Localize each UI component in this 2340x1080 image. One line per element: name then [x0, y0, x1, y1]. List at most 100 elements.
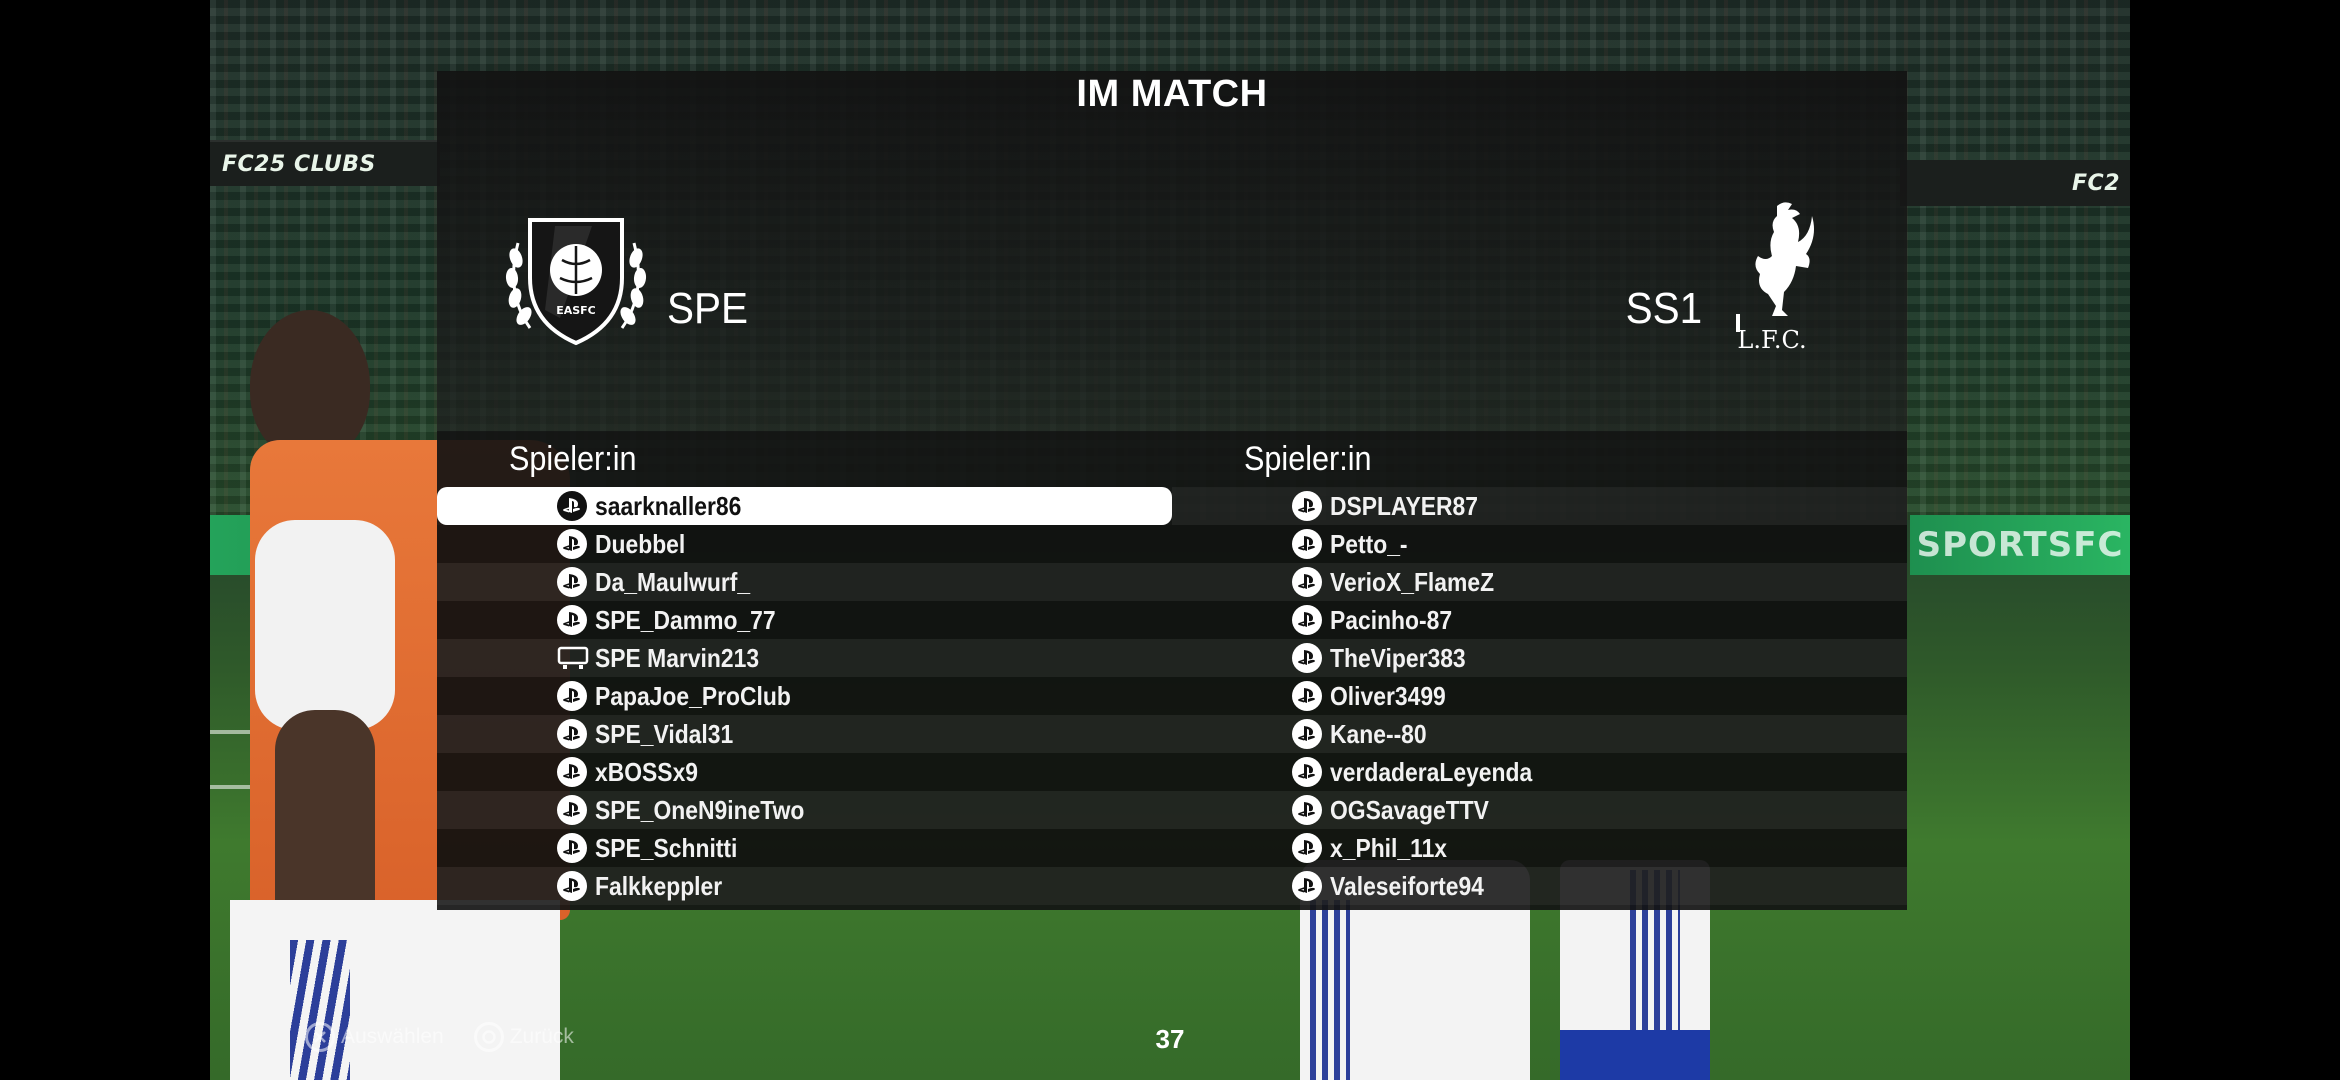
- home-team-name: SPE: [667, 284, 749, 333]
- away-team-name: SS1: [1625, 284, 1702, 333]
- player-name: Pacinho-87: [1330, 604, 1453, 635]
- playstation-icon: [557, 719, 587, 749]
- playstation-icon: [557, 605, 587, 635]
- circle-button-icon: [473, 1022, 504, 1052]
- player-row[interactable]: SPE_Vidal31: [437, 715, 1172, 753]
- player-row[interactable]: VerioX_FlameZ: [1172, 563, 1907, 601]
- home-club-crest-icon: EASFC: [500, 198, 652, 350]
- ad-board-right-text: FC2: [2072, 170, 2120, 196]
- away-column-header: Spieler:in: [1172, 431, 1907, 487]
- player-name: DSPLAYER87: [1330, 490, 1478, 521]
- playstation-icon: [1292, 833, 1322, 863]
- away-player-list: Spieler:in DSPLAYER87 Petto_- VerioX_Flame…: [1172, 431, 1907, 910]
- playstation-icon: [557, 757, 587, 787]
- letterbox-right: [2130, 0, 2340, 1080]
- playstation-icon: [1292, 529, 1322, 559]
- playstation-icon: [557, 491, 587, 521]
- player-name: Oliver3499: [1330, 680, 1446, 711]
- playstation-icon: [1292, 795, 1322, 825]
- playstation-icon: [1292, 605, 1322, 635]
- playstation-icon: [557, 871, 587, 901]
- playstation-icon: [1292, 491, 1322, 521]
- playstation-icon: [1292, 871, 1322, 901]
- player-row[interactable]: Kane--80: [1172, 715, 1907, 753]
- player-name: SPE_OneN9ineTwo: [595, 794, 805, 825]
- player-name: SPE_Vidal31: [595, 718, 734, 749]
- player-name: verdaderaLeyenda: [1330, 756, 1533, 787]
- home-column-header-label: Spieler:in: [509, 440, 637, 478]
- playstation-icon: [1292, 643, 1322, 673]
- player-row[interactable]: xBOSSx9: [437, 753, 1172, 791]
- ad-board-right: FC2: [1900, 160, 2130, 206]
- player-name: Falkkeppler: [595, 870, 723, 901]
- player-name: Kane--80: [1330, 718, 1427, 749]
- roster-table: Spieler:in saarknaller86 Duebbel Da_Maulwu…: [437, 431, 1907, 910]
- player-row[interactable]: OGSavageTTV: [1172, 791, 1907, 829]
- player-row[interactable]: Falkkeppler: [437, 867, 1172, 905]
- player-name: saarknaller86: [595, 490, 742, 521]
- playstation-icon: [557, 529, 587, 559]
- player-name: TheViper383: [1330, 642, 1466, 673]
- player-row[interactable]: Valeseiforte94: [1172, 867, 1907, 905]
- player-row[interactable]: x_Phil_11x: [1172, 829, 1907, 867]
- select-hint[interactable]: Auswählen: [305, 1022, 444, 1052]
- player-row[interactable]: Duebbel: [437, 525, 1172, 563]
- player-name: Duebbel: [595, 528, 686, 559]
- select-hint-label: Auswählen: [341, 1025, 444, 1048]
- player-name: PapaJoe_ProClub: [595, 680, 791, 711]
- player-name: SPE_Schnitti: [595, 832, 738, 863]
- player-row[interactable]: Petto_-: [1172, 525, 1907, 563]
- player-name: OGSavageTTV: [1330, 794, 1489, 825]
- green-ad-board-right: SPORTSFC: [1910, 515, 2130, 575]
- button-hints: Auswählen Zurück: [305, 1022, 574, 1052]
- ad-board-left: FC25 CLUBS: [210, 140, 440, 186]
- player-name: Da_Maulwurf_: [595, 566, 751, 597]
- letterbox-left: [0, 0, 210, 1080]
- player-name: Petto_-: [1330, 528, 1408, 559]
- home-rows: saarknaller86 Duebbel Da_Maulwurf_ SPE_Damm…: [437, 487, 1172, 905]
- player-row[interactable]: SPE_Schnitti: [437, 829, 1172, 867]
- ad-board-left-text: FC25 CLUBS: [222, 151, 376, 177]
- player-row[interactable]: TheViper383: [1172, 639, 1907, 677]
- away-club-crest-icon: L.F.C.: [1722, 196, 1822, 356]
- pc-icon: [557, 645, 595, 671]
- player-row[interactable]: DSPLAYER87: [1172, 487, 1907, 525]
- player-row[interactable]: SPE_Dammo_77: [437, 601, 1172, 639]
- away-crest-text: L.F.C.: [1737, 326, 1806, 354]
- playstation-icon: [557, 681, 587, 711]
- in-match-panel: IM MATCH EASFC SPE SS1 L.F.C. Spieler:in…: [437, 71, 1907, 910]
- home-crest-text: EASFC: [556, 304, 596, 317]
- back-hint-label: Zurück: [509, 1025, 574, 1048]
- player-row[interactable]: Da_Maulwurf_: [437, 563, 1172, 601]
- home-player-list: Spieler:in saarknaller86 Duebbel Da_Maulwu…: [437, 431, 1172, 910]
- green-ad-board-text: SPORTSFC: [1916, 525, 2124, 565]
- player-row[interactable]: PapaJoe_ProClub: [437, 677, 1172, 715]
- playstation-icon: [1292, 567, 1322, 597]
- player-name: VerioX_FlameZ: [1330, 566, 1495, 597]
- player-name: SPE Marvin213: [595, 642, 760, 673]
- player-row[interactable]: Pacinho-87: [1172, 601, 1907, 639]
- player-name: xBOSSx9: [595, 756, 699, 787]
- page-number: 37: [1155, 1024, 1185, 1054]
- page-title: IM MATCH: [1076, 73, 1268, 115]
- back-hint[interactable]: Zurück: [473, 1022, 574, 1052]
- panel-header: IM MATCH EASFC SPE SS1 L.F.C.: [437, 71, 1907, 431]
- player-row[interactable]: Oliver3499: [1172, 677, 1907, 715]
- cross-button-icon: [305, 1022, 335, 1052]
- player-name: x_Phil_11x: [1330, 832, 1448, 863]
- home-column-header: Spieler:in: [437, 431, 1172, 487]
- playstation-icon: [1292, 757, 1322, 787]
- away-rows: DSPLAYER87 Petto_- VerioX_FlameZ Pacinho-87…: [1172, 487, 1907, 905]
- playstation-icon: [1292, 719, 1322, 749]
- playstation-icon: [557, 567, 587, 597]
- player-row[interactable]: SPE Marvin213: [437, 639, 1172, 677]
- away-column-header-label: Spieler:in: [1244, 440, 1372, 478]
- player-row[interactable]: saarknaller86: [437, 487, 1172, 525]
- player-row[interactable]: SPE_OneN9ineTwo: [437, 791, 1172, 829]
- player-name: SPE_Dammo_77: [595, 604, 776, 635]
- player-name: Valeseiforte94: [1330, 870, 1484, 901]
- playstation-icon: [557, 833, 587, 863]
- playstation-icon: [1292, 681, 1322, 711]
- playstation-icon: [557, 795, 587, 825]
- player-row[interactable]: verdaderaLeyenda: [1172, 753, 1907, 791]
